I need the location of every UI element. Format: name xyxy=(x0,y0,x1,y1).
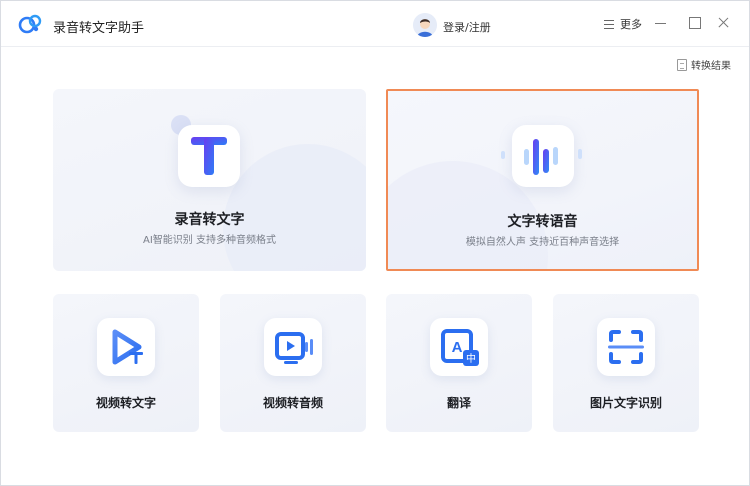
card-title: 图片文字识别 xyxy=(589,396,662,410)
convert-result-button[interactable]: 转换结果 xyxy=(677,57,731,72)
login-register-link[interactable]: 登录/注册 xyxy=(443,19,491,35)
feature-card-audio-to-text[interactable]: 录音转文字 AI智能识别 支持多种音频格式 xyxy=(53,89,366,271)
app-logo-icon xyxy=(18,14,42,34)
menu-icon xyxy=(604,19,614,29)
title-bar: 录音转文字助手 登录/注册 更多 xyxy=(1,1,749,47)
video-to-text-icon xyxy=(97,318,155,376)
more-button[interactable]: 更多 xyxy=(604,16,642,32)
card-title: 视频转音频 xyxy=(262,396,323,410)
decor-circle xyxy=(223,144,366,271)
feature-card-text-to-speech[interactable]: 文字转语音 模拟自然人声 支持近百种声音选择 xyxy=(386,89,699,271)
card-title: 录音转文字 xyxy=(174,212,245,228)
card-subtitle: 模拟自然人声 支持近百种声音选择 xyxy=(465,237,620,248)
sound-wave-icon xyxy=(512,125,574,187)
card-subtitle: AI智能识别 支持多种音频格式 xyxy=(143,235,276,246)
svg-text:中: 中 xyxy=(466,352,476,365)
feature-card-image-ocr[interactable]: 图片文字识别 xyxy=(553,294,699,432)
feature-card-translate[interactable]: A 中 翻译 xyxy=(386,294,532,432)
wave-dot-right xyxy=(578,149,582,159)
card-title: 视频转文字 xyxy=(95,396,156,410)
feature-card-video-to-text[interactable]: 视频转文字 xyxy=(53,294,199,432)
text-t-icon xyxy=(178,125,240,187)
convert-result-label: 转换结果 xyxy=(691,61,731,72)
user-avatar[interactable] xyxy=(413,13,437,37)
video-to-audio-icon xyxy=(264,318,322,376)
more-label: 更多 xyxy=(620,18,642,31)
wave-dot-left xyxy=(501,151,505,159)
svg-text:A: A xyxy=(452,339,463,356)
card-title: 文字转语音 xyxy=(507,214,578,230)
image-ocr-icon xyxy=(597,318,655,376)
card-title: 翻译 xyxy=(446,396,471,410)
translate-icon: A 中 xyxy=(430,318,488,376)
app-title: 录音转文字助手 xyxy=(53,21,145,36)
document-icon xyxy=(677,58,687,71)
close-button[interactable] xyxy=(716,15,732,31)
app-window: 录音转文字助手 登录/注册 更多 转换结果 录音转文字 AI智能识别 支持多种音… xyxy=(0,0,750,486)
maximize-button[interactable] xyxy=(687,15,703,31)
avatar-icon xyxy=(413,13,437,37)
minimize-button[interactable] xyxy=(653,15,669,31)
feature-card-video-to-audio[interactable]: 视频转音频 xyxy=(220,294,366,432)
